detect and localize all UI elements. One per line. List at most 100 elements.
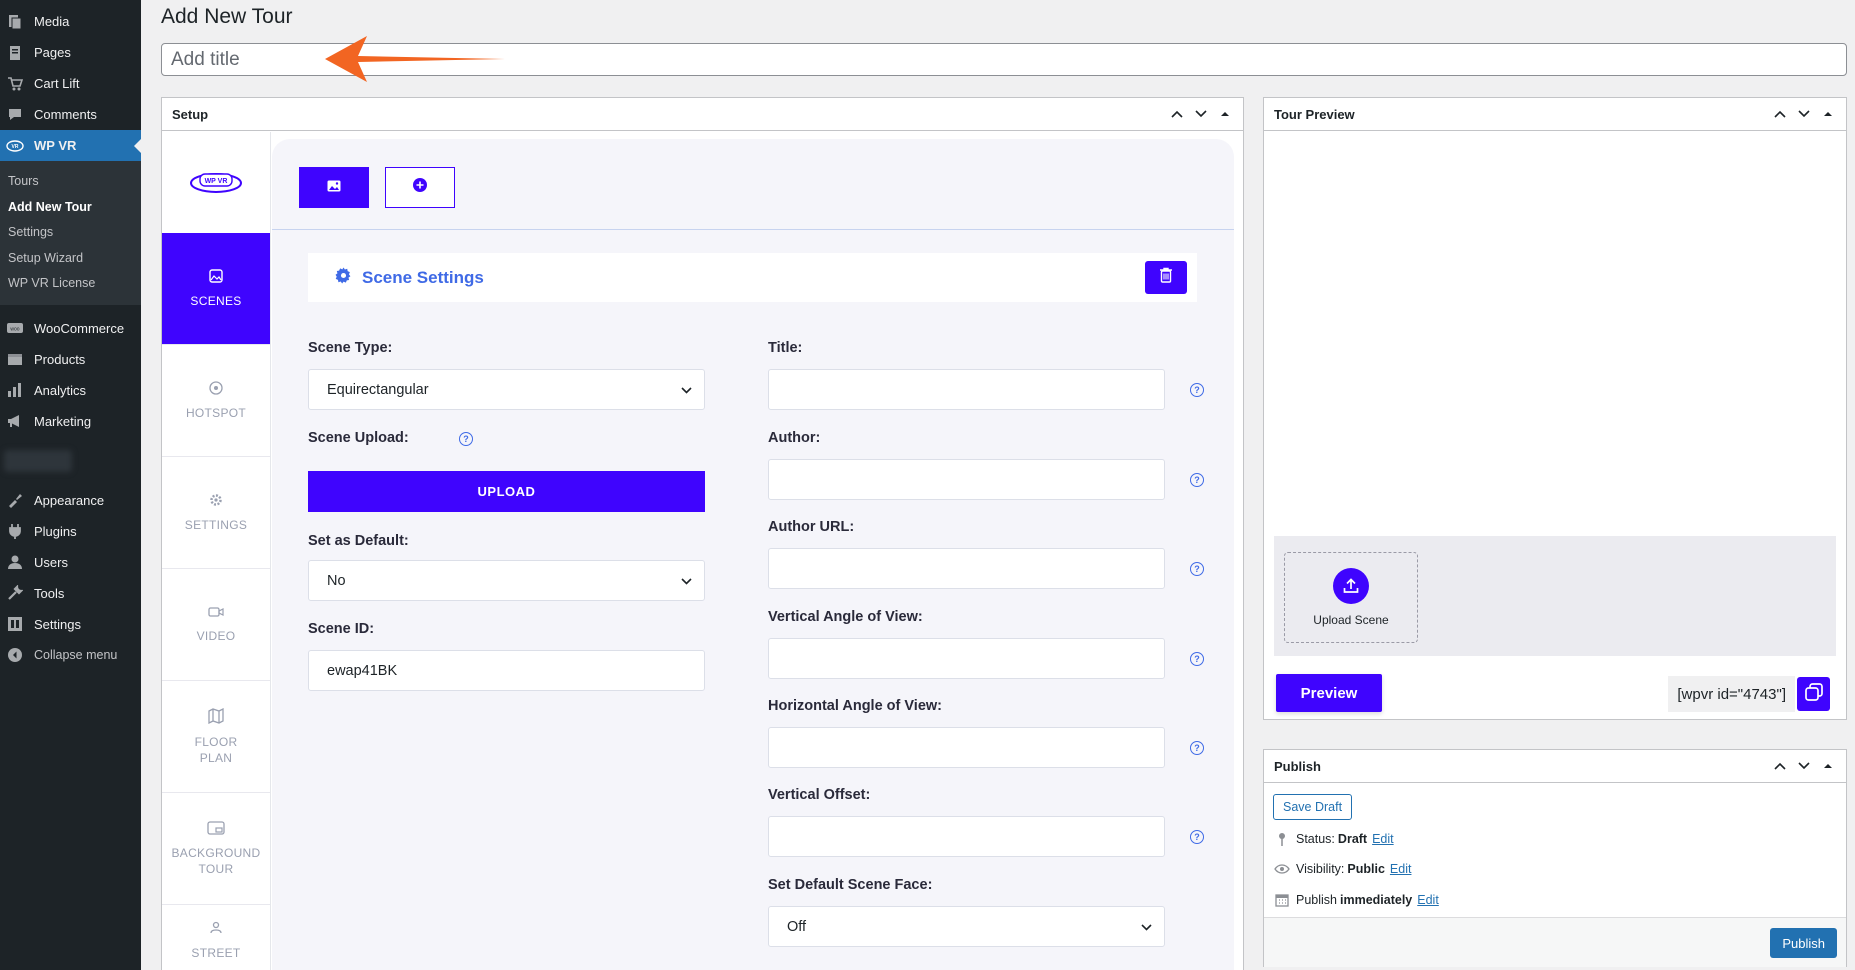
visibility-label: Visibility: [1296,862,1345,876]
author-url-input[interactable] [768,548,1165,589]
upload-scene-dropzone[interactable]: Upload Scene [1284,552,1418,643]
edit-publish-date-link[interactable]: Edit [1417,893,1439,907]
tab-label-line2: PLAN [199,750,233,765]
scene-title-input[interactable] [768,369,1165,410]
move-down-icon[interactable] [1193,106,1209,122]
sidebar-item-plugins[interactable]: Plugins [0,516,141,547]
setup-header: Setup [162,98,1243,131]
tab-label: SCENES [190,293,242,308]
vertical-aov-input[interactable] [768,638,1165,679]
author-label: Author: [768,430,821,446]
submenu-tours[interactable]: Tours [0,169,141,195]
edit-status-link[interactable]: Edit [1372,832,1394,846]
help-icon[interactable]: ? [1190,562,1204,576]
sidebar-item-cart-lift[interactable]: Cart Lift [0,68,141,99]
svg-text:VR: VR [12,144,19,150]
visibility-value: Public [1347,862,1385,876]
submenu-license[interactable]: WP VR License [0,271,141,297]
sidebar-item-media[interactable]: Media [0,6,141,37]
upload-scene-button[interactable]: UPLOAD [308,471,705,512]
chevron-down-icon [1141,919,1152,935]
toggle-panel-icon[interactable] [1217,106,1233,122]
collapse-icon [6,646,24,664]
author-url-label: Author URL: [768,519,855,535]
help-icon[interactable]: ? [1190,383,1204,397]
sidebar-item-settings[interactable]: Settings [0,609,141,640]
scene-type-select[interactable]: Equirectangular [308,369,705,410]
vertical-offset-label: Vertical Offset: [768,787,871,803]
sidebar-item-marketing[interactable]: Marketing [0,406,141,437]
submenu-add-new-tour[interactable]: Add New Tour [0,195,141,221]
wpvr-submenu: Tours Add New Tour Settings Setup Wizard… [0,161,141,305]
scene-content: Scene Settings Scene Type: Equirectangul… [272,139,1234,970]
scene-image-button[interactable] [299,167,369,208]
horizontal-aov-input[interactable] [768,727,1165,768]
set-default-select[interactable]: No [308,560,705,601]
sidebar-item-woocommerce[interactable]: woo WooCommerce [0,313,141,344]
sidebar-item-pages[interactable]: Pages [0,37,141,68]
delete-scene-button[interactable] [1145,261,1187,294]
eye-icon [1273,864,1291,874]
scene-type-label: Scene Type: [308,340,393,356]
sidebar-item-label: Comments [34,107,97,122]
tab-floor-plan[interactable]: FLOOR PLAN [162,681,270,793]
add-scene-button[interactable] [385,167,455,208]
setup-handle-actions [1169,106,1233,122]
sidebar-item-appearance[interactable]: Appearance [0,485,141,516]
marketing-icon [6,412,24,430]
copy-shortcode-button[interactable] [1797,677,1830,711]
sidebar-item-products[interactable]: Products [0,344,141,375]
setup-heading: Setup [172,106,209,122]
upload-icon [1333,568,1369,604]
tab-settings[interactable]: SETTINGS [162,457,270,569]
sidebar-item-label: Settings [34,616,81,632]
help-icon[interactable]: ? [459,432,473,446]
tab-street[interactable]: STREET [162,905,270,970]
sidebar-item-analytics[interactable]: Analytics [0,375,141,406]
sidebar-item-label: WP VR [34,138,77,153]
submenu-settings[interactable]: Settings [0,220,141,246]
edit-visibility-link[interactable]: Edit [1390,862,1412,876]
status-value: Draft [1337,832,1368,846]
tab-background-tour[interactable]: BACKGROUND TOUR [162,793,270,905]
street-view-icon [209,921,223,939]
sidebar-item-tools[interactable]: Tools [0,578,141,609]
help-icon[interactable]: ? [1190,473,1204,487]
move-up-icon[interactable] [1169,106,1185,122]
collapse-menu-button[interactable]: Collapse menu [0,640,141,671]
submenu-setup-wizard[interactable]: Setup Wizard [0,246,141,272]
move-up-icon[interactable] [1772,106,1788,122]
help-icon[interactable]: ? [1190,652,1204,666]
toggle-panel-icon[interactable] [1820,106,1836,122]
tab-video[interactable]: VIDEO [162,569,270,681]
publish-panel: Publish Save Draft Status: Draft Edit Vi… [1263,749,1847,967]
gear-icon [209,493,223,511]
sidebar-item-comments[interactable]: Comments [0,99,141,130]
publish-button[interactable]: Publish [1770,928,1837,958]
sidebar-item-wpvr[interactable]: VR WP VR [0,130,141,161]
sidebar-item-label: Tools [34,585,65,601]
tab-label: SETTINGS [184,517,248,532]
save-draft-button[interactable]: Save Draft [1273,794,1353,820]
move-down-icon[interactable] [1796,106,1812,122]
toggle-panel-icon[interactable] [1820,758,1836,774]
tab-scenes[interactable]: SCENES [162,233,270,345]
analytics-icon [6,381,24,399]
preview-button[interactable]: Preview [1276,674,1382,712]
help-icon[interactable]: ? [1190,741,1204,755]
default-face-select[interactable]: Off [768,906,1165,947]
annotation-arrow-icon [325,36,505,82]
tour-preview-panel: Tour Preview Upload Scene Preview [wpvr … [1263,97,1847,720]
author-input[interactable] [768,459,1165,500]
map-icon [208,707,224,728]
help-icon[interactable]: ? [1190,830,1204,844]
vertical-aov-label: Vertical Angle of View: [768,609,923,625]
move-down-icon[interactable] [1796,758,1812,774]
trash-icon [1159,267,1173,288]
sidebar-item-users[interactable]: Users [0,547,141,578]
set-default-value: No [327,572,346,589]
vertical-offset-input[interactable] [768,816,1165,857]
move-up-icon[interactable] [1772,758,1788,774]
scene-id-input[interactable]: ewap41BK [308,650,705,691]
tab-hotspot[interactable]: HOTSPOT [162,345,270,457]
